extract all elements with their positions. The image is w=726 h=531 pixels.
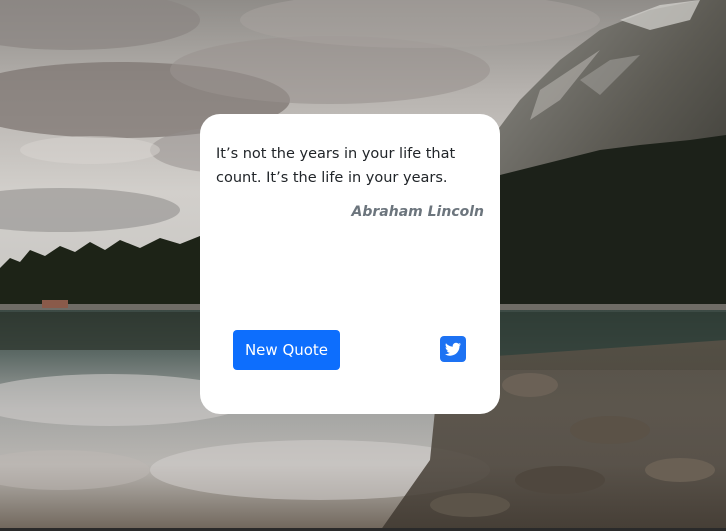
quote-author: Abraham Lincoln [351, 204, 484, 220]
quote-text: It’s not the years in your life that cou… [216, 146, 456, 186]
quote-card: It’s not the years in your life that cou… [200, 114, 500, 414]
background-scene: It’s not the years in your life that cou… [0, 0, 726, 531]
new-quote-button[interactable]: New Quote [233, 330, 340, 370]
twitter-icon[interactable] [440, 336, 466, 362]
